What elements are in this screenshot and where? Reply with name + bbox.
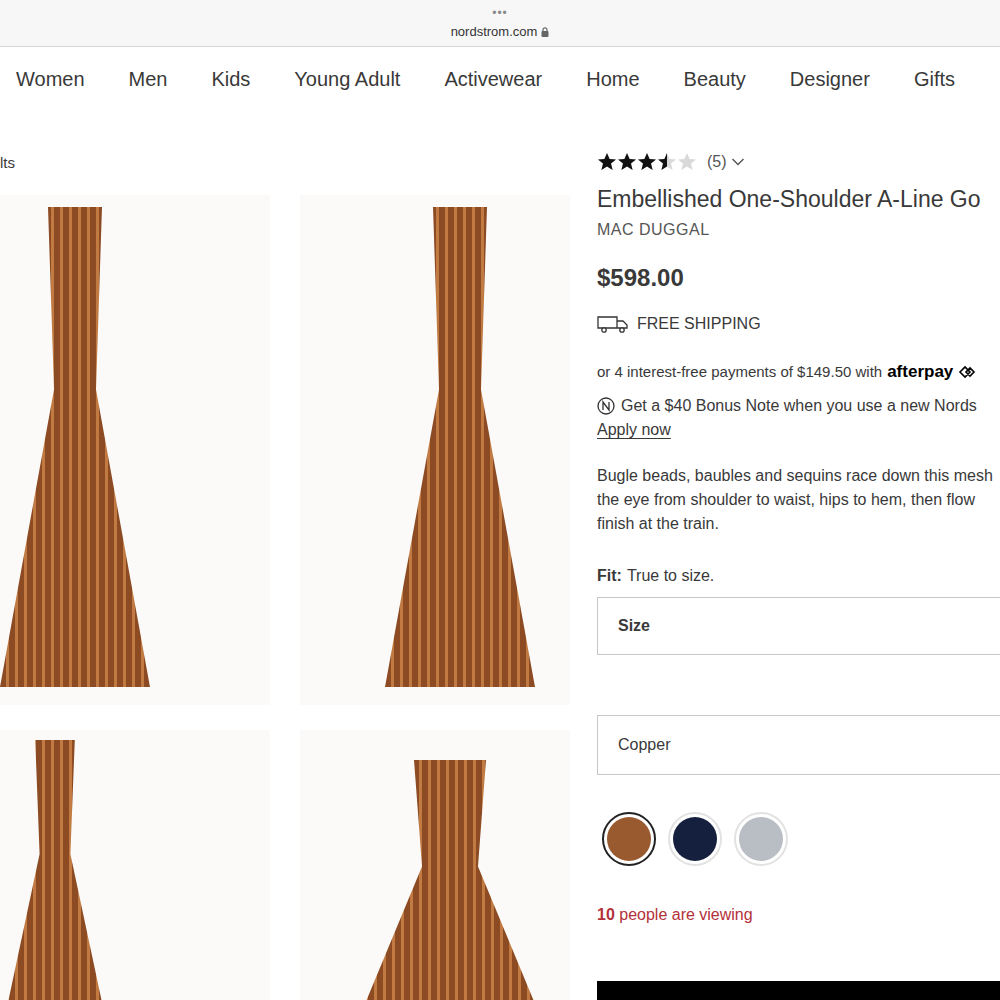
shipping: FREE SHIPPING [597,313,1000,335]
color-select[interactable]: Copper [597,715,1000,775]
afterpay-text: or 4 interest-free payments of $149.50 w… [597,361,882,383]
product-photo[interactable] [0,195,270,705]
description-line: Bugle beads, baubles and sequins race do… [597,464,1000,488]
afterpay-icon [958,365,976,379]
bonus-offer: Get a $40 Bonus Note when you use a new … [597,395,1000,417]
gallery: lts [0,111,570,1000]
fit-value: True to size. [627,564,714,588]
browser-bar: ••• nordstrom.com [0,0,1000,47]
dress-shape [0,207,150,687]
product-details: (5) Embellished One-Shoulder A-Line Go MAC… [570,111,1000,1000]
main-nav: Women Men Kids Young Adult Activewear Home Bea… [0,47,1000,111]
product-title: Embellished One-Shoulder A-Line Go [597,183,1000,215]
add-to-bag-button[interactable] [597,981,1000,1000]
dress-shape [385,207,535,687]
color-swatch[interactable] [734,812,788,866]
nordstrom-note-icon [597,397,615,415]
fit-label: Fit: [597,564,622,588]
viewers-count: 10 [597,904,615,926]
rating[interactable]: (5) [597,151,1000,173]
bonus-text: Get a $40 Bonus Note when you use a new … [621,395,977,417]
color-swatch[interactable] [668,812,722,866]
dress-shape [0,740,110,1000]
color-value: Copper [618,734,670,756]
url-text: nordstrom.com [451,24,538,40]
star-rating [597,152,697,172]
swatch-fill [739,817,783,861]
brand-link[interactable]: MAC DUGGAL [597,219,1000,241]
nav-item[interactable]: Home [586,66,639,92]
description: Bugle beads, baubles and sequins race do… [597,464,1000,536]
nav-item[interactable]: Men [129,66,168,92]
price: $598.00 [597,263,1000,293]
size-label: Size [618,615,650,637]
product-area: lts (5) Embellished One-Shoulder A-Line Go… [0,111,1000,1000]
chevron-down-icon [731,157,745,167]
afterpay-logo[interactable]: afterpay [887,361,953,383]
nav-item[interactable]: Young Adult [294,66,400,92]
shipping-text: FREE SHIPPING [637,313,761,335]
product-photo[interactable] [0,730,270,1000]
description-line: the eye from shoulder to waist, hips to … [597,488,1000,512]
color-swatches [597,812,1000,866]
nav-item[interactable]: Kids [211,66,250,92]
review-count[interactable]: (5) [707,152,745,172]
review-count-text: (5) [707,152,727,172]
viewers-text: people are viewing [615,904,753,926]
nav-item[interactable]: Activewear [444,66,542,92]
breadcrumb[interactable]: lts [0,151,570,175]
photo-grid [0,195,570,1000]
product-photo[interactable] [300,195,570,705]
browser-menu[interactable]: ••• [492,0,508,20]
nav-item[interactable]: Beauty [684,66,746,92]
nav-item[interactable]: Women [16,66,85,92]
nav-item[interactable]: Designer [790,66,870,92]
apply-link[interactable]: Apply now [597,418,671,442]
stars-filled-icon [597,152,667,172]
url-field[interactable]: nordstrom.com [451,24,550,40]
product-photo[interactable] [300,730,570,1000]
fit-info: Fit:True to size. [597,564,1000,588]
size-select[interactable]: Size [597,597,1000,655]
viewers-notice: 10 people are viewing [597,904,1000,926]
truck-icon [597,315,629,333]
swatch-fill [673,817,717,861]
swatch-fill [607,817,651,861]
lock-icon [541,27,549,37]
color-swatch[interactable] [602,812,656,866]
nav-item[interactable]: Gifts [914,66,955,92]
afterpay-offer: or 4 interest-free payments of $149.50 w… [597,361,1000,383]
description-line: finish at the train. [597,512,1000,536]
dress-shape [350,760,550,1000]
